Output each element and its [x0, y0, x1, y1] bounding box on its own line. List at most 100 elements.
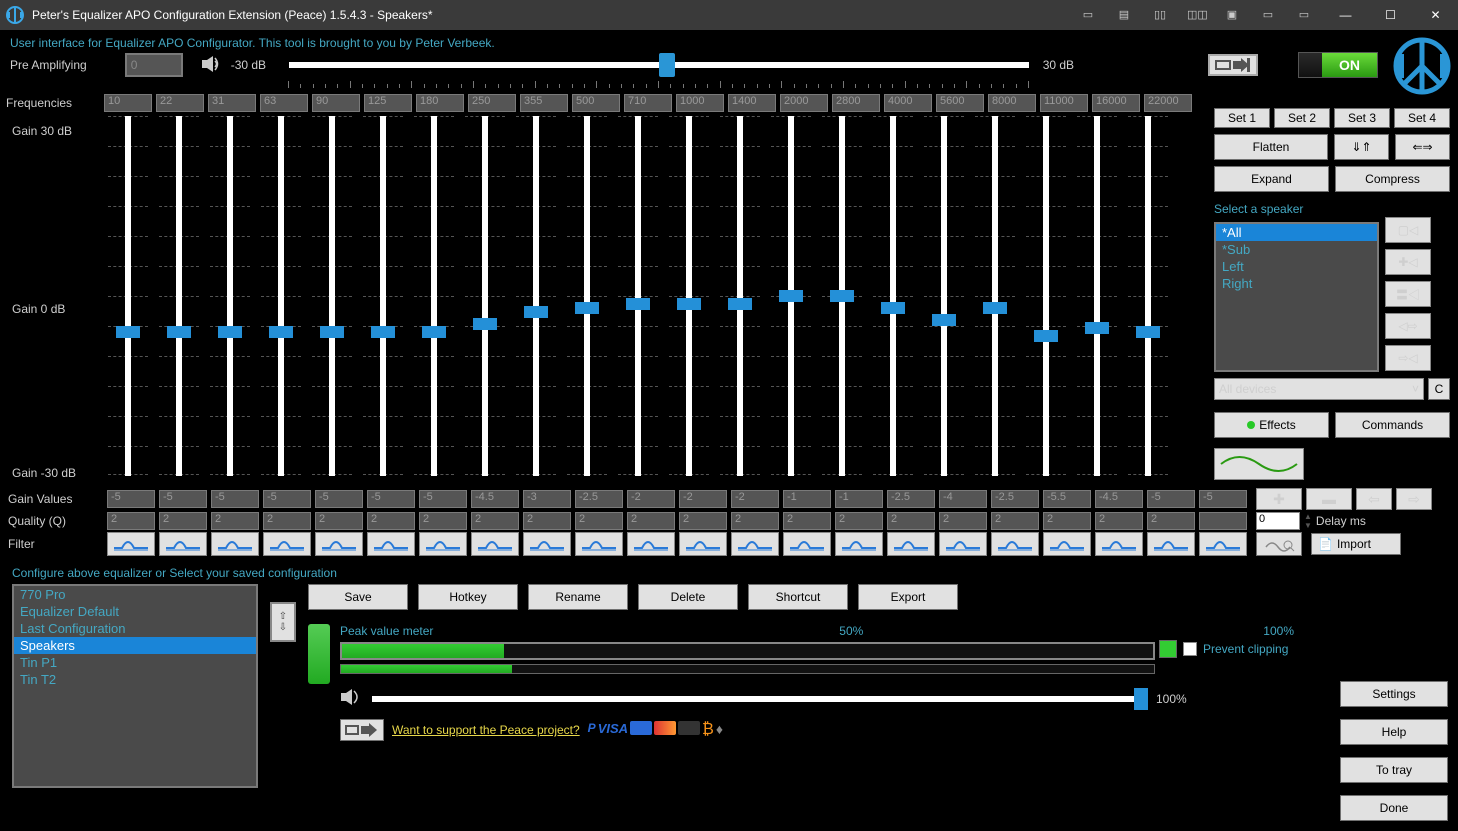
save-button[interactable]: Save: [308, 584, 408, 610]
eq-thumb[interactable]: [218, 326, 242, 338]
gain-input-11[interactable]: -2: [679, 490, 727, 508]
quality-input-8[interactable]: 2: [523, 512, 571, 530]
hotkey-button[interactable]: Hotkey: [418, 584, 518, 610]
tb-icon-2[interactable]: ▤: [1115, 8, 1133, 22]
config-item[interactable]: Speakers: [14, 637, 256, 654]
config-item[interactable]: Last Configuration: [14, 620, 256, 637]
freq-input-12[interactable]: 1400: [728, 94, 776, 112]
gain-prev-button[interactable]: ⇦: [1356, 488, 1392, 510]
filter-button-16[interactable]: [939, 532, 987, 556]
tb-icon-5[interactable]: ▣: [1223, 8, 1241, 22]
filter-button-11[interactable]: [679, 532, 727, 556]
config-item[interactable]: Equalizer Default: [14, 603, 256, 620]
reorder-buttons[interactable]: ⇧⇩: [270, 602, 296, 642]
eq-thumb[interactable]: [1136, 326, 1160, 338]
preamp-input[interactable]: 0: [125, 53, 183, 77]
freq-input-10[interactable]: 710: [624, 94, 672, 112]
eq-slider-22[interactable]: [155, 116, 203, 476]
quality-input-13[interactable]: 2: [783, 512, 831, 530]
filter-button-10[interactable]: [627, 532, 675, 556]
eq-slider-1000[interactable]: [665, 116, 713, 476]
eq-slider-180[interactable]: [410, 116, 458, 476]
gain-input-20[interactable]: -5: [1147, 490, 1195, 508]
quality-input-21[interactable]: [1199, 512, 1247, 530]
filter-button-0[interactable]: [107, 532, 155, 556]
filter-button-6[interactable]: [419, 532, 467, 556]
gain-input-8[interactable]: -3: [523, 490, 571, 508]
freq-input-16[interactable]: 5600: [936, 94, 984, 112]
gain-input-13[interactable]: -1: [783, 490, 831, 508]
to-tray-button[interactable]: To tray: [1340, 757, 1448, 783]
volume-thumb[interactable]: [1134, 688, 1148, 710]
eq-slider-500[interactable]: [563, 116, 611, 476]
help-button[interactable]: Help: [1340, 719, 1448, 745]
config-list[interactable]: 770 ProEqualizer DefaultLast Configurati…: [12, 584, 258, 788]
quality-input-10[interactable]: 2: [627, 512, 675, 530]
filter-button-3[interactable]: [263, 532, 311, 556]
config-item[interactable]: Tin T2: [14, 671, 256, 688]
eq-slider-10[interactable]: [104, 116, 152, 476]
filter-button-8[interactable]: [523, 532, 571, 556]
eq-thumb[interactable]: [167, 326, 191, 338]
freq-input-13[interactable]: 2000: [780, 94, 828, 112]
filter-button-19[interactable]: [1095, 532, 1143, 556]
freq-input-6[interactable]: 180: [416, 94, 464, 112]
eq-slider-355[interactable]: [512, 116, 560, 476]
quality-input-15[interactable]: 2: [887, 512, 935, 530]
eq-thumb[interactable]: [881, 302, 905, 314]
prevent-clipping-checkbox[interactable]: [1183, 642, 1197, 656]
quality-input-16[interactable]: 2: [939, 512, 987, 530]
config-item[interactable]: 770 Pro: [14, 586, 256, 603]
filter-button-2[interactable]: [211, 532, 259, 556]
filter-button-18[interactable]: [1043, 532, 1091, 556]
gain-input-19[interactable]: -4.5: [1095, 490, 1143, 508]
freq-input-17[interactable]: 8000: [988, 94, 1036, 112]
freq-input-9[interactable]: 500: [572, 94, 620, 112]
freq-input-11[interactable]: 1000: [676, 94, 724, 112]
gain-input-7[interactable]: -4.5: [471, 490, 519, 508]
eq-thumb[interactable]: [1034, 330, 1058, 342]
freq-input-4[interactable]: 90: [312, 94, 360, 112]
eq-thumb[interactable]: [830, 290, 854, 302]
freq-input-19[interactable]: 16000: [1092, 94, 1140, 112]
quality-input-7[interactable]: 2: [471, 512, 519, 530]
quality-input-1[interactable]: 2: [159, 512, 207, 530]
eq-slider-2000[interactable]: [767, 116, 815, 476]
quality-input-6[interactable]: 2: [419, 512, 467, 530]
gain-minus-button[interactable]: ▬: [1306, 488, 1352, 510]
gain-input-12[interactable]: -2: [731, 490, 779, 508]
eq-slider-250[interactable]: [461, 116, 509, 476]
speaker-icon[interactable]: [201, 55, 221, 76]
quality-input-17[interactable]: 2: [991, 512, 1039, 530]
minimize-button[interactable]: —: [1323, 0, 1368, 30]
quality-input-18[interactable]: 2: [1043, 512, 1091, 530]
gain-plus-button[interactable]: ✚: [1256, 488, 1302, 510]
power-switch[interactable]: ON: [1298, 52, 1378, 78]
shortcut-button[interactable]: Shortcut: [748, 584, 848, 610]
eq-slider-90[interactable]: [308, 116, 356, 476]
gain-input-10[interactable]: -2: [627, 490, 675, 508]
eq-slider-2800[interactable]: [818, 116, 866, 476]
freq-input-18[interactable]: 11000: [1040, 94, 1088, 112]
gain-input-5[interactable]: -5: [367, 490, 415, 508]
quality-input-5[interactable]: 2: [367, 512, 415, 530]
delete-button[interactable]: Delete: [638, 584, 738, 610]
io-toggle-icon[interactable]: [1208, 54, 1258, 76]
quality-input-2[interactable]: 2: [211, 512, 259, 530]
rename-button[interactable]: Rename: [528, 584, 628, 610]
close-button[interactable]: ✕: [1413, 0, 1458, 30]
tb-icon-7[interactable]: ▭: [1295, 8, 1313, 22]
gain-input-6[interactable]: -5: [419, 490, 467, 508]
eq-thumb[interactable]: [626, 298, 650, 310]
filter-button-7[interactable]: [471, 532, 519, 556]
freq-input-3[interactable]: 63: [260, 94, 308, 112]
filter-button-14[interactable]: [835, 532, 883, 556]
gain-input-14[interactable]: -1: [835, 490, 883, 508]
filter-button-21[interactable]: [1199, 532, 1247, 556]
quality-input-4[interactable]: 2: [315, 512, 363, 530]
maximize-button[interactable]: ☐: [1368, 0, 1413, 30]
gain-input-17[interactable]: -2.5: [991, 490, 1039, 508]
gain-input-2[interactable]: -5: [211, 490, 259, 508]
quality-input-14[interactable]: 2: [835, 512, 883, 530]
freq-input-7[interactable]: 250: [468, 94, 516, 112]
